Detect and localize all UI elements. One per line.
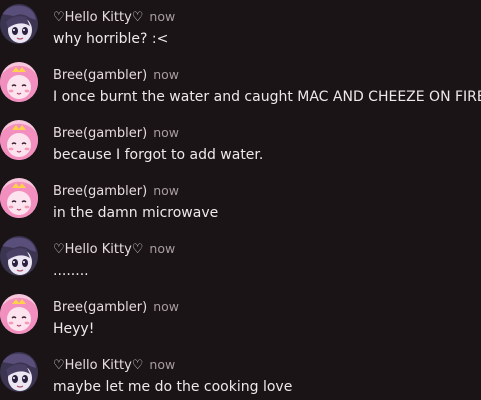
chat-message: Bree(gambler) now Heyy! [0,290,481,348]
chat-message: Bree(gambler) now I once burnt the water … [0,58,481,116]
dark-anime-avatar-icon[interactable] [0,236,38,276]
message-header: ♡Hello Kitty♡ now [53,239,175,257]
message-text: why horrible? :< [53,31,169,47]
author-name[interactable]: ♡Hello Kitty♡ [53,242,143,257]
message-header: Bree(gambler) now [53,65,179,83]
message-text: ........ [53,263,89,279]
chat-message: Bree(gambler) now in the damn microwave [0,174,481,232]
pink-princess-avatar-icon[interactable] [0,120,38,160]
message-text: in the damn microwave [53,205,219,221]
author-name[interactable]: Bree(gambler) [53,68,147,83]
message-text: because I forgot to add water. [53,147,264,163]
message-header: Bree(gambler) now [53,297,179,315]
timestamp: now [149,241,176,256]
pink-princess-avatar-icon[interactable] [0,294,38,334]
author-name[interactable]: ♡Hello Kitty♡ [53,10,143,25]
timestamp: now [149,9,176,24]
dark-anime-avatar-icon[interactable] [0,352,38,392]
chat-message: Bree(gambler) now because I forgot to add… [0,116,481,174]
chat-message: ♡Hello Kitty♡ now why horrible? :< [0,0,481,58]
message-text: Heyy! [53,321,95,337]
author-name[interactable]: Bree(gambler) [53,300,147,315]
pink-princess-avatar-icon[interactable] [0,62,38,102]
dark-anime-avatar-icon[interactable] [0,4,38,44]
message-header: Bree(gambler) now [53,123,179,141]
timestamp: now [153,183,180,198]
message-header: ♡Hello Kitty♡ now [53,7,175,25]
timestamp: now [149,357,176,372]
timestamp: now [153,125,180,140]
message-text: I once burnt the water and caught MAC AN… [53,89,481,105]
author-name[interactable]: ♡Hello Kitty♡ [53,358,143,373]
author-name[interactable]: Bree(gambler) [53,184,147,199]
author-name[interactable]: Bree(gambler) [53,126,147,141]
chat-message: ♡Hello Kitty♡ now ........ [0,232,481,290]
timestamp: now [153,299,180,314]
chat-message: ♡Hello Kitty♡ now maybe let me do the coo… [0,348,481,400]
pink-princess-avatar-icon[interactable] [0,178,38,218]
timestamp: now [153,67,180,82]
message-header: Bree(gambler) now [53,181,179,199]
message-text: maybe let me do the cooking love [53,379,293,395]
chat-message-list: ♡Hello Kitty♡ now why horrible? :< Bree(g… [0,0,481,400]
message-header: ♡Hello Kitty♡ now [53,355,175,373]
